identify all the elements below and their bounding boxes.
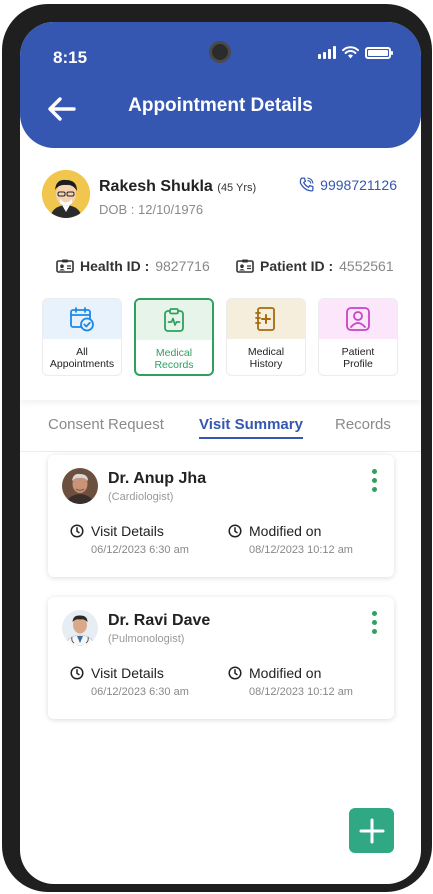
tile-label-line: Patient (341, 346, 375, 358)
tile-label-line: Medical (247, 346, 285, 358)
clock-icon (228, 666, 242, 680)
patient-card: Rakesh Shukla (45 Yrs) DOB : 12/10/1976 … (20, 148, 421, 400)
doctor-avatar (62, 468, 98, 504)
tab-visit-summary[interactable]: Visit Summary (199, 416, 303, 439)
modified-on: Modified on 08/12/2023 10:12 am (228, 523, 353, 556)
patient-avatar (42, 170, 90, 218)
visit-details: Visit Details 06/12/2023 6:30 am (70, 665, 189, 698)
visit-date: 06/12/2023 6:30 am (91, 544, 189, 556)
medical-book-icon (255, 307, 275, 331)
patient-phone-link[interactable]: 9998721126 (298, 176, 397, 193)
tile-all-appointments[interactable]: All Appointments (42, 298, 122, 376)
health-id-label: Health ID : (80, 258, 150, 274)
id-card-icon (56, 259, 74, 273)
patient-age: (45 Yrs) (217, 182, 257, 194)
doctor-specialty: (Pulmonologist) (108, 633, 185, 645)
more-options-icon[interactable] (370, 611, 378, 634)
tile-label-line: Profile (343, 358, 373, 370)
visit-card[interactable]: Dr. Anup Jha (Cardiologist) Visit Detail… (48, 455, 394, 577)
tile-label: Medical History (227, 346, 305, 370)
tile-label-line: Records (154, 359, 194, 371)
doctor-avatar (62, 610, 98, 646)
modified-date: 08/12/2023 10:12 am (249, 686, 353, 698)
tile-icon-area (136, 300, 212, 340)
tab-records[interactable]: Records (335, 416, 391, 437)
tab-bar: Consent Request Visit Summary Records (20, 416, 421, 452)
tile-icon-area (43, 299, 121, 339)
clock-icon (70, 666, 84, 680)
tile-label: All Appointments (43, 346, 121, 370)
phone-frame: 8:15 Appointment Details Rakesh Shukla (… (2, 4, 432, 892)
visit-date: 06/12/2023 6:30 am (91, 686, 189, 698)
clock-icon (228, 524, 242, 538)
patient-name-text: Rakesh Shukla (99, 178, 213, 195)
patient-name: Rakesh Shukla (45 Yrs) (99, 178, 256, 196)
tile-icon-area (319, 299, 397, 339)
tile-medical-records[interactable]: Medical Records (134, 298, 214, 376)
wifi-icon (342, 46, 359, 59)
tile-label-line: Medical (155, 347, 193, 359)
modified-date: 08/12/2023 10:12 am (249, 544, 353, 556)
app-screen: 8:15 Appointment Details Rakesh Shukla (… (20, 22, 421, 884)
visit-details-label: Visit Details (91, 665, 164, 681)
patient-dob: DOB : 12/10/1976 (99, 202, 204, 217)
patient-id: Patient ID : 4552561 (236, 258, 394, 274)
tile-label: Patient Profile (319, 346, 397, 370)
phone-call-icon (299, 177, 314, 192)
tile-label-line: All (76, 346, 88, 358)
visit-details: Visit Details 06/12/2023 6:30 am (70, 523, 189, 556)
patient-id-label: Patient ID : (260, 258, 334, 274)
tile-medical-history[interactable]: Medical History (226, 298, 306, 376)
tab-consent-request[interactable]: Consent Request (48, 416, 164, 437)
tile-icon-area (227, 299, 305, 339)
signal-icon (318, 46, 336, 59)
more-options-icon[interactable] (370, 469, 378, 492)
doctor-name: Dr. Ravi Dave (108, 612, 211, 629)
patient-phone: 9998721126 (320, 176, 397, 193)
visit-details-label: Visit Details (91, 523, 164, 539)
front-camera (209, 41, 231, 63)
battery-icon (365, 46, 393, 59)
doctor-specialty: (Cardiologist) (108, 491, 174, 503)
doctor-name: Dr. Anup Jha (108, 470, 207, 487)
patient-id-value: 4552561 (339, 258, 394, 274)
user-profile-icon (346, 307, 370, 331)
app-header: 8:15 Appointment Details (20, 22, 421, 148)
health-id-value: 9827716 (155, 258, 210, 274)
plus-icon (359, 818, 384, 843)
id-card-icon (236, 259, 254, 273)
health-id: Health ID : 9827716 (56, 258, 210, 274)
tile-label: Medical Records (136, 347, 212, 371)
quick-actions: All Appointments Medical Records Medical… (42, 298, 398, 376)
clipboard-pulse-icon (164, 308, 184, 332)
clock-icon (70, 524, 84, 538)
calendar-check-icon (70, 307, 94, 332)
modified-on-label: Modified on (249, 665, 322, 681)
status-time: 8:15 (53, 48, 88, 67)
add-button[interactable] (349, 808, 394, 853)
modified-on: Modified on 08/12/2023 10:12 am (228, 665, 353, 698)
modified-on-label: Modified on (249, 523, 322, 539)
tile-label-line: Appointments (49, 358, 115, 370)
page-title: Appointment Details (128, 95, 313, 116)
tile-label-line: History (249, 358, 283, 370)
tile-patient-profile[interactable]: Patient Profile (318, 298, 398, 376)
visit-card[interactable]: Dr. Ravi Dave (Pulmonologist) Visit Deta… (48, 597, 394, 719)
status-icons (318, 46, 393, 59)
